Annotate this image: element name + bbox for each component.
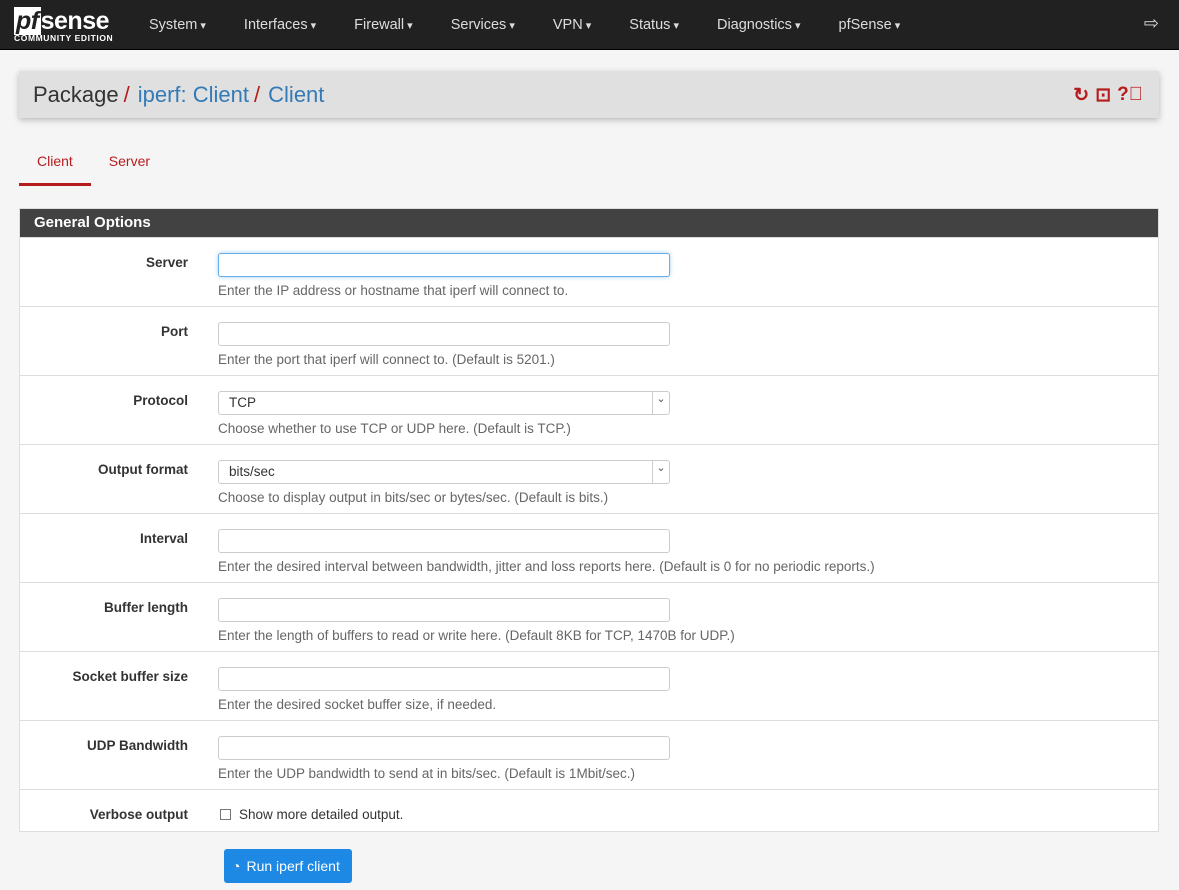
output-format-select[interactable]: bits/sec	[218, 460, 670, 484]
port-input[interactable]	[218, 322, 670, 346]
breadcrumb-root: Package	[33, 81, 119, 107]
logout-icon[interactable]: ⇨	[1144, 13, 1159, 34]
udp-bandwidth-help: Enter the UDP bandwidth to send at in bi…	[218, 766, 635, 781]
help-icon[interactable]: ?⃝	[1117, 84, 1143, 107]
run-iperf-client-button[interactable]: ◔ Run iperf client	[224, 849, 352, 883]
breadcrumb-iperf-client[interactable]: iperf: Client	[138, 82, 249, 108]
rss-icon: ◔	[232, 858, 241, 874]
buffer-length-input[interactable]	[218, 598, 670, 622]
panel-title: General Options	[20, 209, 1158, 237]
menu-system[interactable]: System	[130, 17, 225, 33]
menu-diagnostics[interactable]: Diagnostics	[698, 17, 820, 33]
port-help: Enter the port that iperf will connect t…	[218, 352, 555, 367]
run-button-label: Run iperf client	[246, 858, 340, 874]
server-input[interactable]	[218, 253, 670, 277]
protocol-label: Protocol	[133, 393, 188, 408]
menu-vpn[interactable]: VPN	[534, 17, 610, 33]
verbose-text: Show more detailed output.	[239, 807, 404, 822]
output-format-label: Output format	[98, 462, 188, 477]
menu-pfsense[interactable]: pfSense	[820, 17, 920, 33]
buffer-length-help: Enter the length of buffers to read or w…	[218, 628, 735, 643]
top-navbar: pfsense COMMUNITY EDITION System Interfa…	[0, 0, 1179, 50]
interval-help: Enter the desired interval between bandw…	[218, 559, 875, 574]
general-options-panel: General Options Server Enter the IP addre…	[19, 208, 1159, 832]
interval-input[interactable]	[218, 529, 670, 553]
output-format-help: Choose to display output in bits/sec or …	[218, 490, 609, 505]
breadcrumb-current[interactable]: Client	[268, 82, 324, 108]
pfsense-logo[interactable]: pfsense COMMUNITY EDITION	[14, 7, 113, 43]
server-help: Enter the IP address or hostname that ip…	[218, 283, 569, 298]
tab-client[interactable]: Client	[19, 140, 91, 186]
tab-server[interactable]: Server	[91, 140, 168, 186]
restart-service-icon[interactable]: ↻	[1073, 84, 1089, 107]
protocol-help: Choose whether to use TCP or UDP here. (…	[218, 421, 571, 436]
buffer-length-label: Buffer length	[104, 600, 188, 615]
menu-firewall[interactable]: Firewall	[335, 17, 432, 33]
menu-interfaces[interactable]: Interfaces	[225, 17, 335, 33]
stop-service-icon[interactable]: ⊡	[1095, 84, 1111, 107]
server-label: Server	[145, 255, 188, 270]
interval-label: Interval	[139, 531, 188, 546]
verbose-label: Verbose output	[89, 807, 188, 822]
udp-bandwidth-input[interactable]	[218, 736, 670, 760]
socket-buffer-input[interactable]	[218, 667, 670, 691]
udp-bandwidth-label: UDP Bandwidth	[87, 738, 188, 753]
protocol-select[interactable]: TCP	[218, 391, 670, 415]
breadcrumb: Package / iperf: Client / Client ↻ ⊡ ?⃝	[19, 71, 1159, 118]
socket-buffer-help: Enter the desired socket buffer size, if…	[218, 697, 497, 712]
socket-buffer-label: Socket buffer size	[72, 669, 188, 684]
verbose-checkbox[interactable]	[220, 809, 231, 820]
menu-status[interactable]: Status	[610, 17, 698, 33]
menu-services[interactable]: Services	[432, 17, 534, 33]
port-label: Port	[161, 324, 188, 339]
